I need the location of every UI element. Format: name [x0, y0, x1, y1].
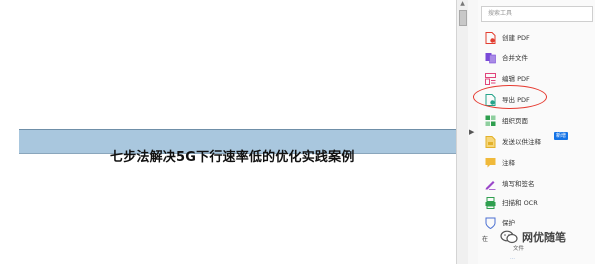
tool-label: 组织页面: [502, 117, 528, 125]
wechat-icon: [500, 230, 518, 244]
watermark-text: 网优随笔: [522, 231, 566, 244]
create-pdf-icon: [485, 32, 496, 44]
tool-create-pdf[interactable]: 创建 PDF: [485, 32, 585, 48]
panel-collapse-gutter[interactable]: ▶: [468, 0, 478, 264]
tool-label: 合并文件: [502, 54, 528, 62]
tool-label: 保护: [502, 219, 515, 227]
tool-send-for-comments[interactable]: 发送以供注释: [485, 136, 585, 152]
protect-icon: [485, 217, 496, 229]
highlight-circle: [473, 85, 547, 109]
tool-fill-sign[interactable]: 填写和签名: [485, 178, 585, 194]
watermark: 网优随笔: [496, 228, 595, 246]
tool-label: 填写和签名: [502, 180, 535, 188]
new-badge: 新增: [554, 132, 569, 140]
tool-label: 创建 PDF: [502, 34, 530, 42]
edit-pdf-icon: [485, 73, 496, 85]
combine-files-icon: [485, 53, 496, 64]
send-for-comments-icon: [485, 136, 496, 148]
fill-sign-icon: [485, 181, 496, 190]
tool-comment[interactable]: 注释: [485, 157, 585, 173]
partial-link[interactable]: …: [510, 255, 515, 261]
tool-combine-files[interactable]: 合并文件: [485, 52, 585, 68]
tool-scan-ocr[interactable]: 扫描和 OCR: [485, 197, 585, 213]
tool-label: 扫描和 OCR: [502, 199, 538, 207]
search-tools-input[interactable]: 搜索工具: [481, 6, 593, 22]
scroll-up-icon[interactable]: ▲: [459, 1, 466, 7]
document-canvas: 七步法解决5G下行速率低的优化实践案例: [0, 0, 456, 264]
tool-organize-pages[interactable]: 组织页面: [485, 115, 585, 131]
organize-pages-icon: [485, 115, 496, 126]
tool-label: 注释: [502, 159, 515, 167]
collapse-arrow-icon[interactable]: ▶: [469, 128, 474, 136]
banner-title: 七步法解决5G下行速率低的优化实践案例: [110, 150, 355, 165]
scroll-thumb[interactable]: [459, 10, 467, 26]
scan-ocr-icon: [485, 197, 496, 209]
tools-panel: 搜索工具 创建 PDF 合并文件 编辑 PDF 导出 PDF 组织页面 发送以供…: [478, 0, 595, 264]
tool-label: 编辑 PDF: [502, 75, 530, 83]
tool-label: 发送以供注释: [502, 138, 541, 146]
partial-tool-label: 在: [482, 236, 489, 243]
comment-icon: [485, 158, 496, 168]
